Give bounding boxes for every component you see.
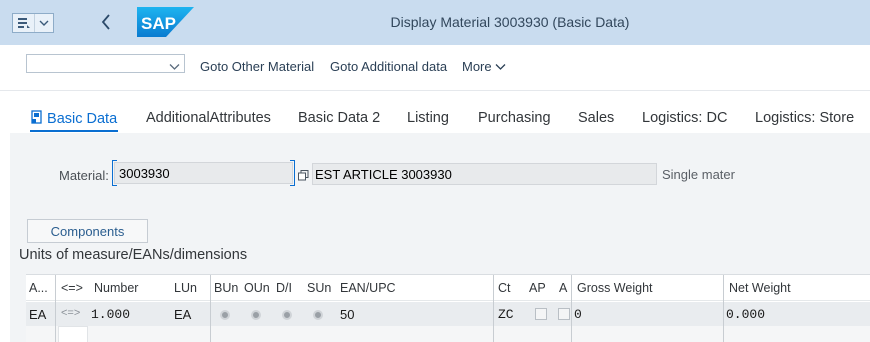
action-select[interactable]: [26, 54, 185, 73]
column-divider: [493, 275, 494, 342]
active-tab-indicator: [30, 130, 118, 132]
shell-bar: SAP Display Material 3003930 (Basic Data…: [0, 0, 870, 45]
sun-radio[interactable]: [313, 310, 323, 320]
back-arrow-icon[interactable]: [98, 11, 114, 33]
oun-radio[interactable]: [251, 310, 261, 320]
chevron-down-icon: [35, 20, 53, 27]
bun-radio[interactable]: [220, 310, 230, 320]
toolbar-divider: [0, 90, 870, 91]
uom-table: A... <=> Number LUn BUn OUn D/I SUn EAN/…: [26, 274, 870, 342]
tab-bar: Basic Data AdditionalAttributes Basic Da…: [0, 92, 870, 134]
a-checkbox[interactable]: [558, 308, 570, 320]
goto-other-material-button[interactable]: Goto Other Material: [200, 59, 314, 74]
empty-cell[interactable]: [58, 326, 88, 342]
col-header-lun[interactable]: LUn: [174, 281, 197, 295]
cell-net-weight[interactable]: 0.000: [726, 307, 765, 322]
sap-logo: SAP: [137, 7, 194, 37]
col-header-ct[interactable]: Ct: [498, 281, 511, 295]
cell-arrow[interactable]: <=>: [61, 307, 80, 319]
toolbar: Goto Other Material Goto Additional data…: [0, 45, 870, 91]
cell-number[interactable]: 1.000: [91, 307, 130, 322]
more-label: More: [462, 59, 492, 74]
tab-logistics-store[interactable]: Logistics: Store: [755, 110, 854, 126]
sap-logo-text: SAP: [141, 14, 176, 33]
tab-additional-attributes[interactable]: AdditionalAttributes: [146, 110, 271, 126]
basic-data-tab-icon: [31, 110, 42, 124]
cell-ct[interactable]: ZC: [498, 307, 514, 322]
cell-a[interactable]: EA: [29, 307, 46, 322]
col-header-gross-weight[interactable]: Gross Weight: [577, 281, 653, 295]
table-row-empty[interactable]: [26, 326, 870, 342]
col-header-ap[interactable]: AP: [529, 281, 546, 295]
col-header-a2[interactable]: A: [559, 281, 567, 295]
di-radio[interactable]: [282, 310, 292, 320]
page-title: Display Material 3003930 (Basic Data): [390, 14, 630, 30]
cell-gross-weight[interactable]: 0: [574, 307, 582, 322]
material-field[interactable]: 3003930: [114, 162, 293, 184]
col-header-sun[interactable]: SUn: [307, 281, 331, 295]
tab-sales[interactable]: Sales: [578, 110, 614, 126]
col-header-ean[interactable]: EAN/UPC: [340, 281, 396, 295]
column-divider: [723, 275, 724, 342]
chevron-down-icon: [495, 64, 506, 70]
more-menu-button[interactable]: More: [462, 59, 506, 74]
focus-bracket-right: [290, 160, 295, 186]
tab-basic-data[interactable]: Basic Data: [31, 110, 117, 127]
col-header-arrow[interactable]: <=>: [61, 281, 83, 295]
copy-icon[interactable]: [298, 168, 309, 186]
col-header-net-weight[interactable]: Net Weight: [729, 281, 791, 295]
col-header-a[interactable]: A...: [29, 281, 48, 295]
cell-lun[interactable]: EA: [174, 307, 191, 322]
cell-ean[interactable]: 50: [340, 307, 354, 322]
menu-button[interactable]: [12, 13, 54, 33]
tab-label: Basic Data: [47, 111, 118, 127]
focus-bracket-left: [112, 160, 117, 186]
col-header-bun[interactable]: BUn: [214, 281, 238, 295]
menu-list-icon: [13, 14, 35, 32]
column-divider: [55, 275, 56, 342]
material-label: Material:: [59, 168, 109, 183]
column-divider: [571, 275, 572, 342]
column-divider: [210, 275, 211, 342]
material-type-text: Single mater: [662, 167, 735, 182]
col-header-di[interactable]: D/I: [276, 281, 292, 295]
goto-additional-data-button[interactable]: Goto Additional data: [330, 59, 447, 74]
col-header-number[interactable]: Number: [94, 281, 138, 295]
tab-listing[interactable]: Listing: [407, 110, 449, 126]
material-description-field[interactable]: EST ARTICLE 3003930: [312, 163, 657, 185]
table-row[interactable]: EA <=> 1.000 EA 50 ZC 0 0.000: [26, 302, 870, 326]
tab-logistics-dc[interactable]: Logistics: DC: [642, 110, 727, 126]
col-header-oun[interactable]: OUn: [244, 281, 270, 295]
components-button[interactable]: Components: [27, 219, 148, 243]
tab-basic-data-2[interactable]: Basic Data 2: [298, 110, 380, 126]
chevron-down-icon: [169, 58, 180, 76]
table-header: A... <=> Number LUn BUn OUn D/I SUn EAN/…: [26, 275, 870, 301]
section-title: Units of measure/EANs/dimensions: [19, 247, 248, 263]
ap-checkbox[interactable]: [535, 308, 547, 320]
tab-purchasing[interactable]: Purchasing: [478, 110, 551, 126]
